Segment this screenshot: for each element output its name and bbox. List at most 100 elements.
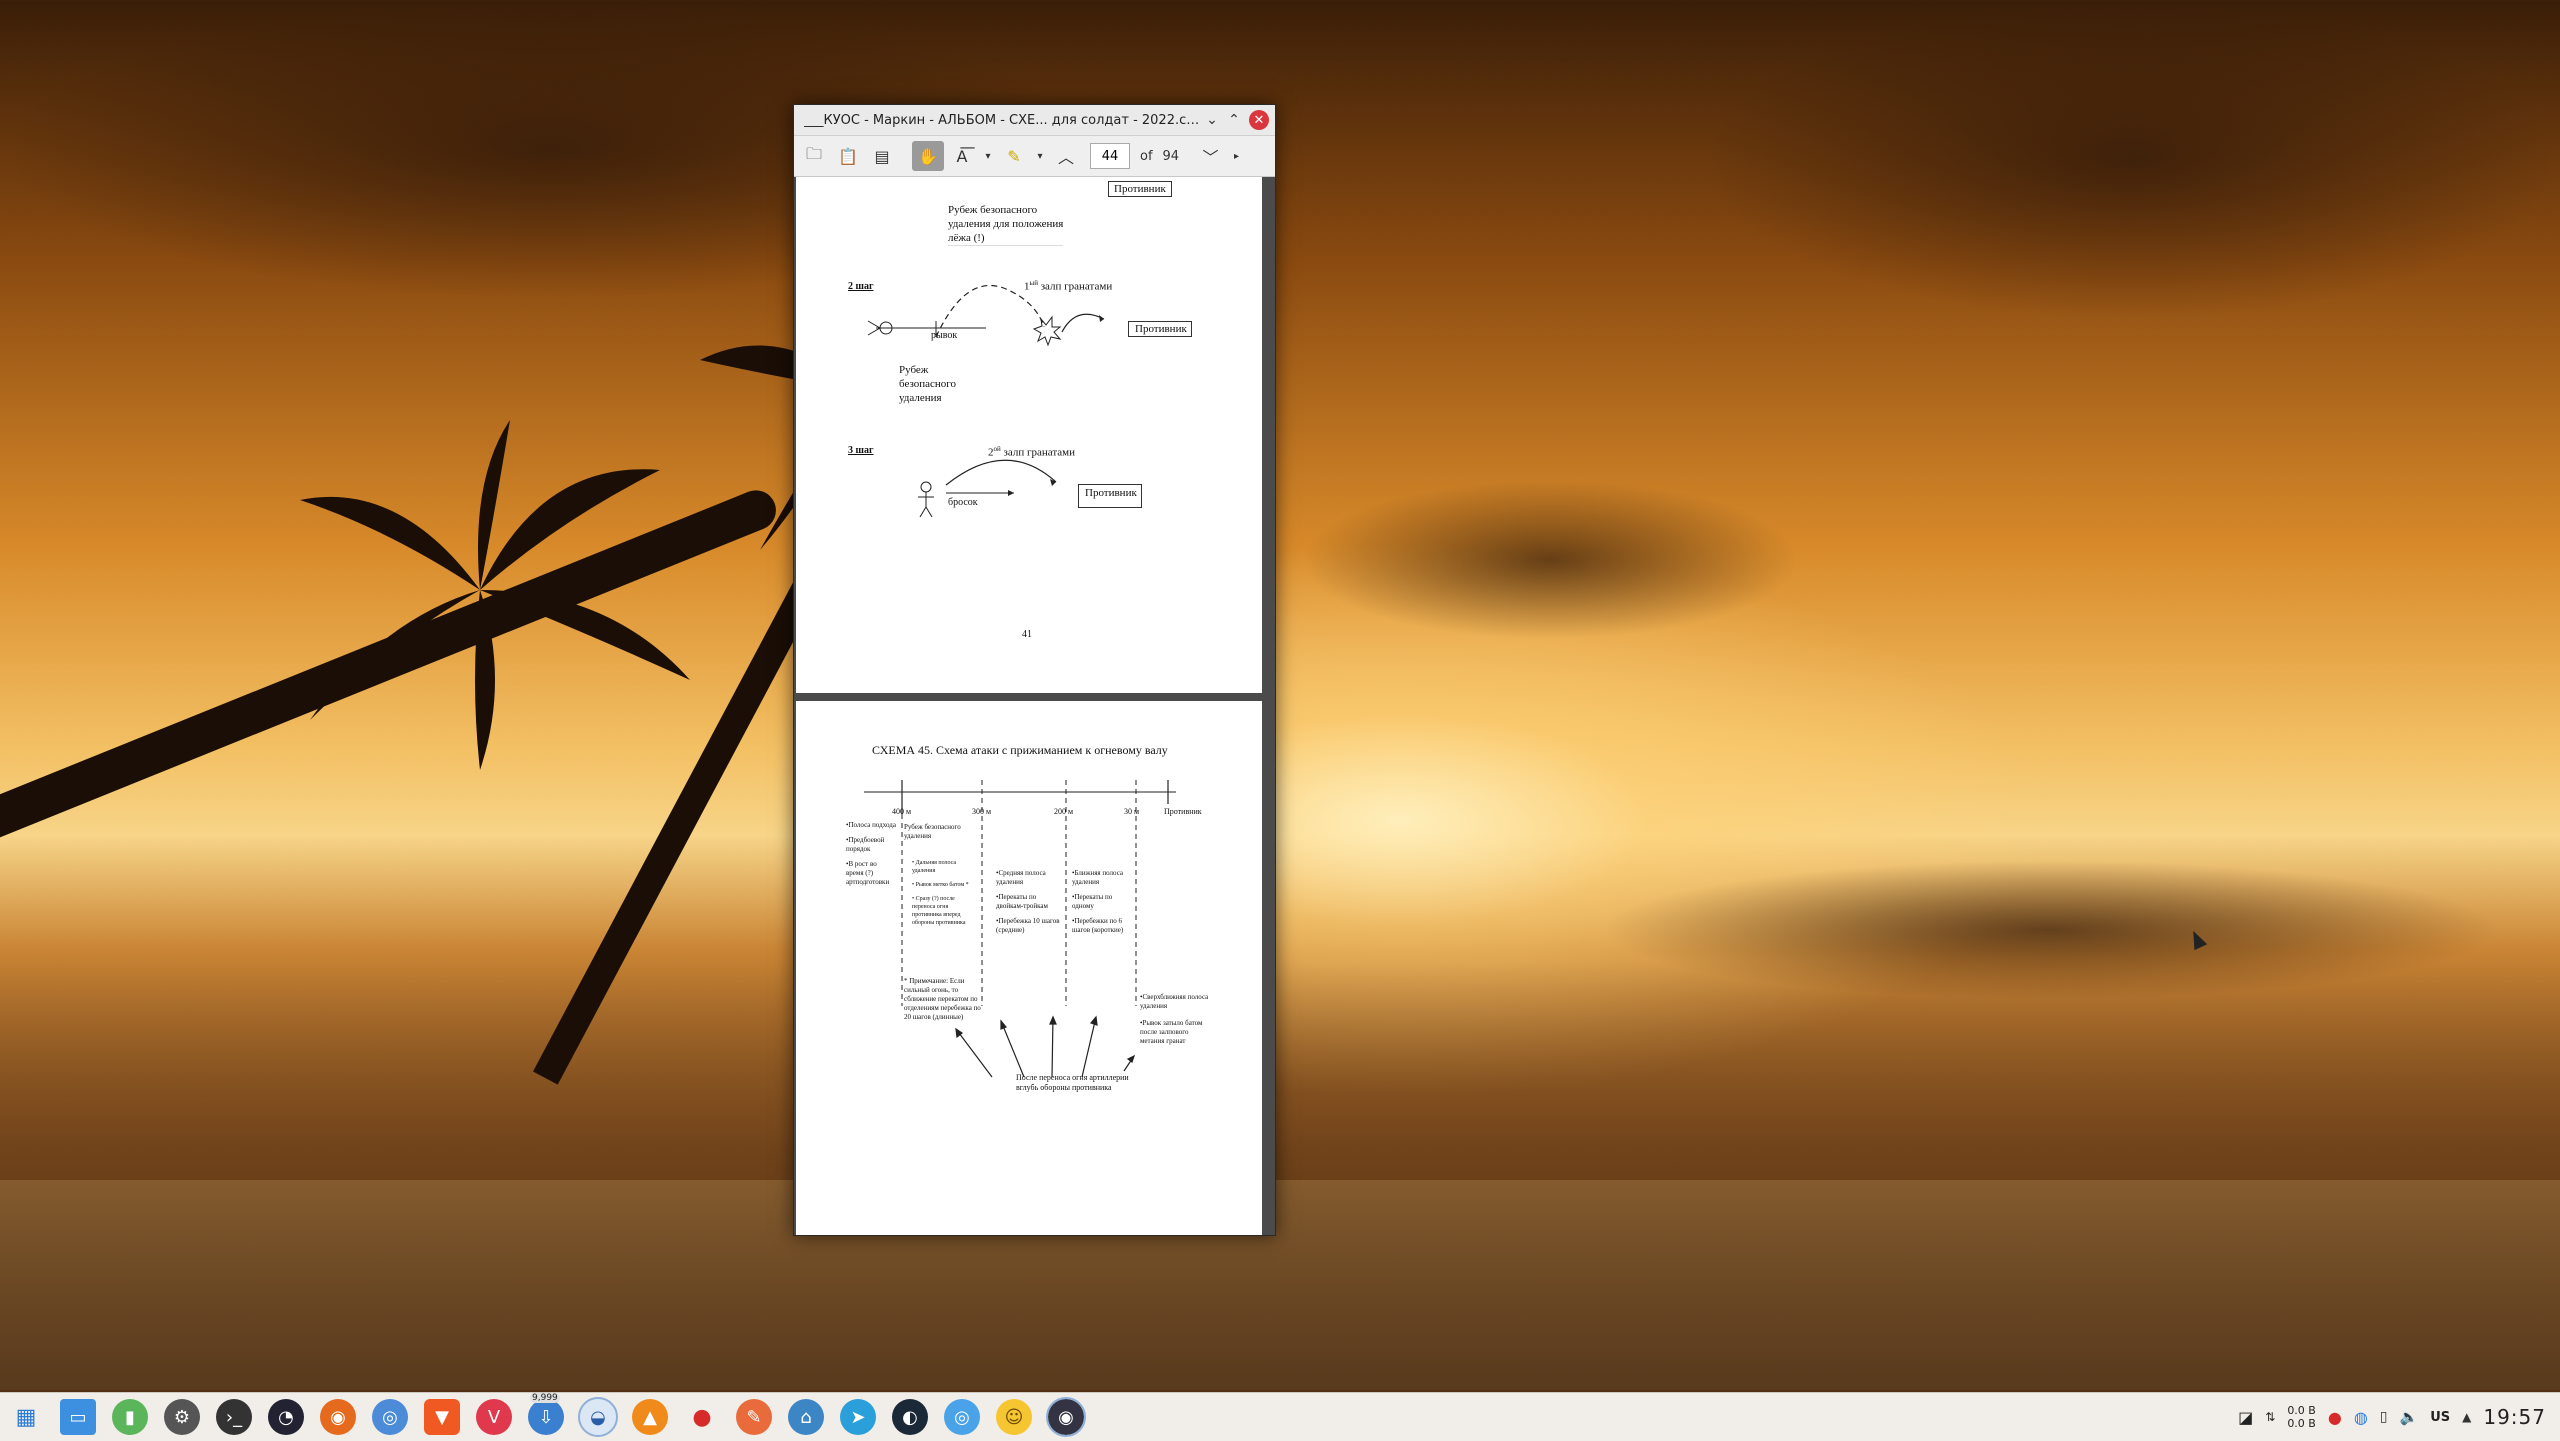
maximize-button[interactable]: ⌃ [1223, 109, 1245, 131]
palm-leaves-icon [300, 420, 690, 770]
step2-rubezh: Рубеж безопасного удаления [899, 363, 956, 405]
step3-brosok: бросок [948, 497, 978, 508]
step3-label: 3 шаг [848, 445, 874, 456]
step3-protivnik-label: Противник [1085, 487, 1137, 499]
chevron-down-icon: ⌄ [1206, 112, 1218, 128]
rubezh-line-2: удаления для положения [948, 218, 1064, 230]
step2-protivnik-box: Противник [1128, 321, 1192, 337]
vlc-icon[interactable]: ▲ [632, 1399, 668, 1435]
window-list-icon[interactable]: ◪ [2238, 1408, 2253, 1427]
brave-icon[interactable]: ▼ [424, 1399, 460, 1435]
okular-icon[interactable]: ◒ [578, 1397, 618, 1437]
firefox-icon[interactable]: ◉ [320, 1399, 356, 1435]
rubezh-line-3: лёжа (!) [948, 232, 985, 244]
taskbar: ▦ ▭ ▮ ⚙ ›_ ◔ ◉ ◎ ▼ V ⇩ 9,999 ◒ ▲ ● ✎ ⌂ ➤ … [0, 1392, 2560, 1441]
close-icon: ✕ [1253, 112, 1265, 128]
more-button[interactable]: ▸ [1229, 141, 1245, 171]
terminal-icon[interactable]: ›_ [216, 1399, 252, 1435]
step2-rubezh-line-3: удаления [899, 392, 942, 404]
emoji-icon[interactable]: ☺ [996, 1399, 1032, 1435]
strawberry-tray-icon[interactable]: ● [2328, 1408, 2342, 1427]
open-button[interactable]: 🗀 [798, 141, 830, 171]
keyboard-layout[interactable]: US [2430, 1410, 2450, 1425]
window-title: ___КУОС - Маркин - АЛЬБОМ - СХЕ... для с… [804, 112, 1201, 128]
app-launcher-icon[interactable]: ▦ [8, 1399, 44, 1435]
toolbar: 🗀 📋 ▤ ✋ A͞ ▾ ✎ ▾ ︿ 44 of 94 ﹀ ▸ [794, 136, 1275, 177]
beach [0, 1180, 2560, 1390]
text-select-icon: A͞ [956, 146, 968, 166]
chevron-down-icon: ﹀ [1202, 148, 1219, 167]
net-down: 0.0 B [2287, 1404, 2316, 1417]
chevron-up-icon: ︿ [1057, 148, 1074, 167]
chevron-down-icon: ▾ [985, 150, 991, 162]
sidebar-toggle-button[interactable]: ▤ [866, 141, 898, 171]
step2-rubezh-line-2: безопасного [899, 378, 957, 390]
vivaldi-icon[interactable]: V [476, 1399, 512, 1435]
step2-protivnik-label: Противник [1135, 323, 1187, 335]
annotate-dropdown[interactable]: ▾ [1032, 141, 1048, 171]
network-icon[interactable]: ⌂ [788, 1399, 824, 1435]
cloud [1300, 480, 1800, 640]
document-page: СХЕМА 45. Схема атаки с прижиманием к ог… [796, 701, 1262, 1235]
updates-badge: 9,999 [530, 1393, 560, 1403]
file-manager-icon[interactable]: ▭ [60, 1399, 96, 1435]
cloud [1700, 0, 2560, 320]
chevron-right-icon: ▸ [1234, 150, 1240, 162]
document-page: Противник Рубеж безопасного удаления для… [796, 177, 1262, 693]
browser-icon[interactable]: ◎ [944, 1399, 980, 1435]
text-editor-icon[interactable]: ✎ [736, 1399, 772, 1435]
step3-protivnik-box: Противник [1078, 484, 1142, 508]
settings-icon[interactable]: ⚙ [164, 1399, 200, 1435]
previous-page-button[interactable]: ︿ [1050, 141, 1082, 171]
protivnik-box: Противник [1108, 181, 1172, 197]
text-select-button[interactable]: A͞ [946, 141, 978, 171]
page-total: 94 [1162, 148, 1180, 164]
strawberry-icon[interactable]: ● [684, 1399, 720, 1435]
chromium-icon[interactable]: ◎ [372, 1399, 408, 1435]
print-button[interactable]: 📋 [832, 141, 864, 171]
clipboard-tray-icon[interactable]: ▯ [2380, 1409, 2388, 1425]
highlighter-icon: ✎ [1007, 146, 1021, 166]
step3-salvo-sup: ой [993, 445, 1001, 453]
protivnik-label: Противник [1114, 183, 1166, 195]
globe-icon[interactable]: ◍ [2354, 1408, 2368, 1427]
audio-icon[interactable]: ◔ [268, 1399, 304, 1435]
next-page-button[interactable]: ﹀ [1195, 141, 1227, 171]
titlebar[interactable]: ___КУОС - Маркин - АЛЬБОМ - СХЕ... для с… [794, 105, 1275, 136]
clock[interactable]: 19:57 [2483, 1405, 2546, 1429]
okular-window: ___КУОС - Маркин - АЛЬБОМ - СХЕ... для с… [793, 104, 1276, 1236]
system-monitor-icon[interactable]: ▮ [112, 1399, 148, 1435]
arrows [955, 1015, 1136, 1078]
net-up: 0.0 B [2287, 1417, 2316, 1430]
system-tray: ◪ ⇅ 0.0 B 0.0 B ● ◍ ▯ 🔈 US ▲ 19:57 [2238, 1393, 2560, 1441]
minimize-button[interactable]: ⌄ [1201, 109, 1223, 131]
updates-icon[interactable]: ⇩ 9,999 [528, 1393, 564, 1435]
clipboard-icon: 📋 [838, 146, 858, 166]
annotate-button[interactable]: ✎ [998, 141, 1030, 171]
panel-icon: ▤ [874, 146, 890, 166]
step2-ryvok: рывок [931, 330, 958, 341]
rubezh-text: Рубеж безопасного удаления для положения… [948, 203, 1064, 246]
scrollbar[interactable] [1263, 177, 1275, 1235]
document-viewport[interactable]: Противник Рубеж безопасного удаления для… [794, 177, 1275, 1235]
browse-tool-button[interactable]: ✋ [912, 141, 944, 171]
telegram-icon[interactable]: ➤ [840, 1399, 876, 1435]
volume-icon[interactable]: 🔈 [2400, 1408, 2419, 1426]
bottom-note: После переноса огня артиллерии вглубь об… [1016, 1073, 1129, 1092]
screenshot-icon[interactable]: ◉ [1046, 1397, 1086, 1437]
chevron-up-icon[interactable]: ▲ [2462, 1410, 2471, 1424]
chevron-up-icon: ⌃ [1228, 112, 1240, 128]
network-speed: 0.0 B 0.0 B [2287, 1404, 2316, 1430]
step3-diagram [918, 459, 1057, 518]
close-button[interactable]: ✕ [1249, 110, 1269, 130]
folder-icon: 🗀 [805, 143, 822, 163]
rubezh-line-1: Рубеж безопасного [948, 204, 1038, 216]
text-select-dropdown[interactable]: ▾ [980, 141, 996, 171]
chevron-down-icon: ▾ [1037, 150, 1043, 162]
of-label: of [1140, 148, 1153, 164]
page-number-input[interactable]: 44 [1090, 143, 1130, 169]
hand-icon: ✋ [918, 146, 938, 166]
page-number: 41 [1022, 629, 1032, 640]
step2-rubezh-line-1: Рубеж [899, 364, 929, 376]
steam-icon[interactable]: ◐ [892, 1399, 928, 1435]
